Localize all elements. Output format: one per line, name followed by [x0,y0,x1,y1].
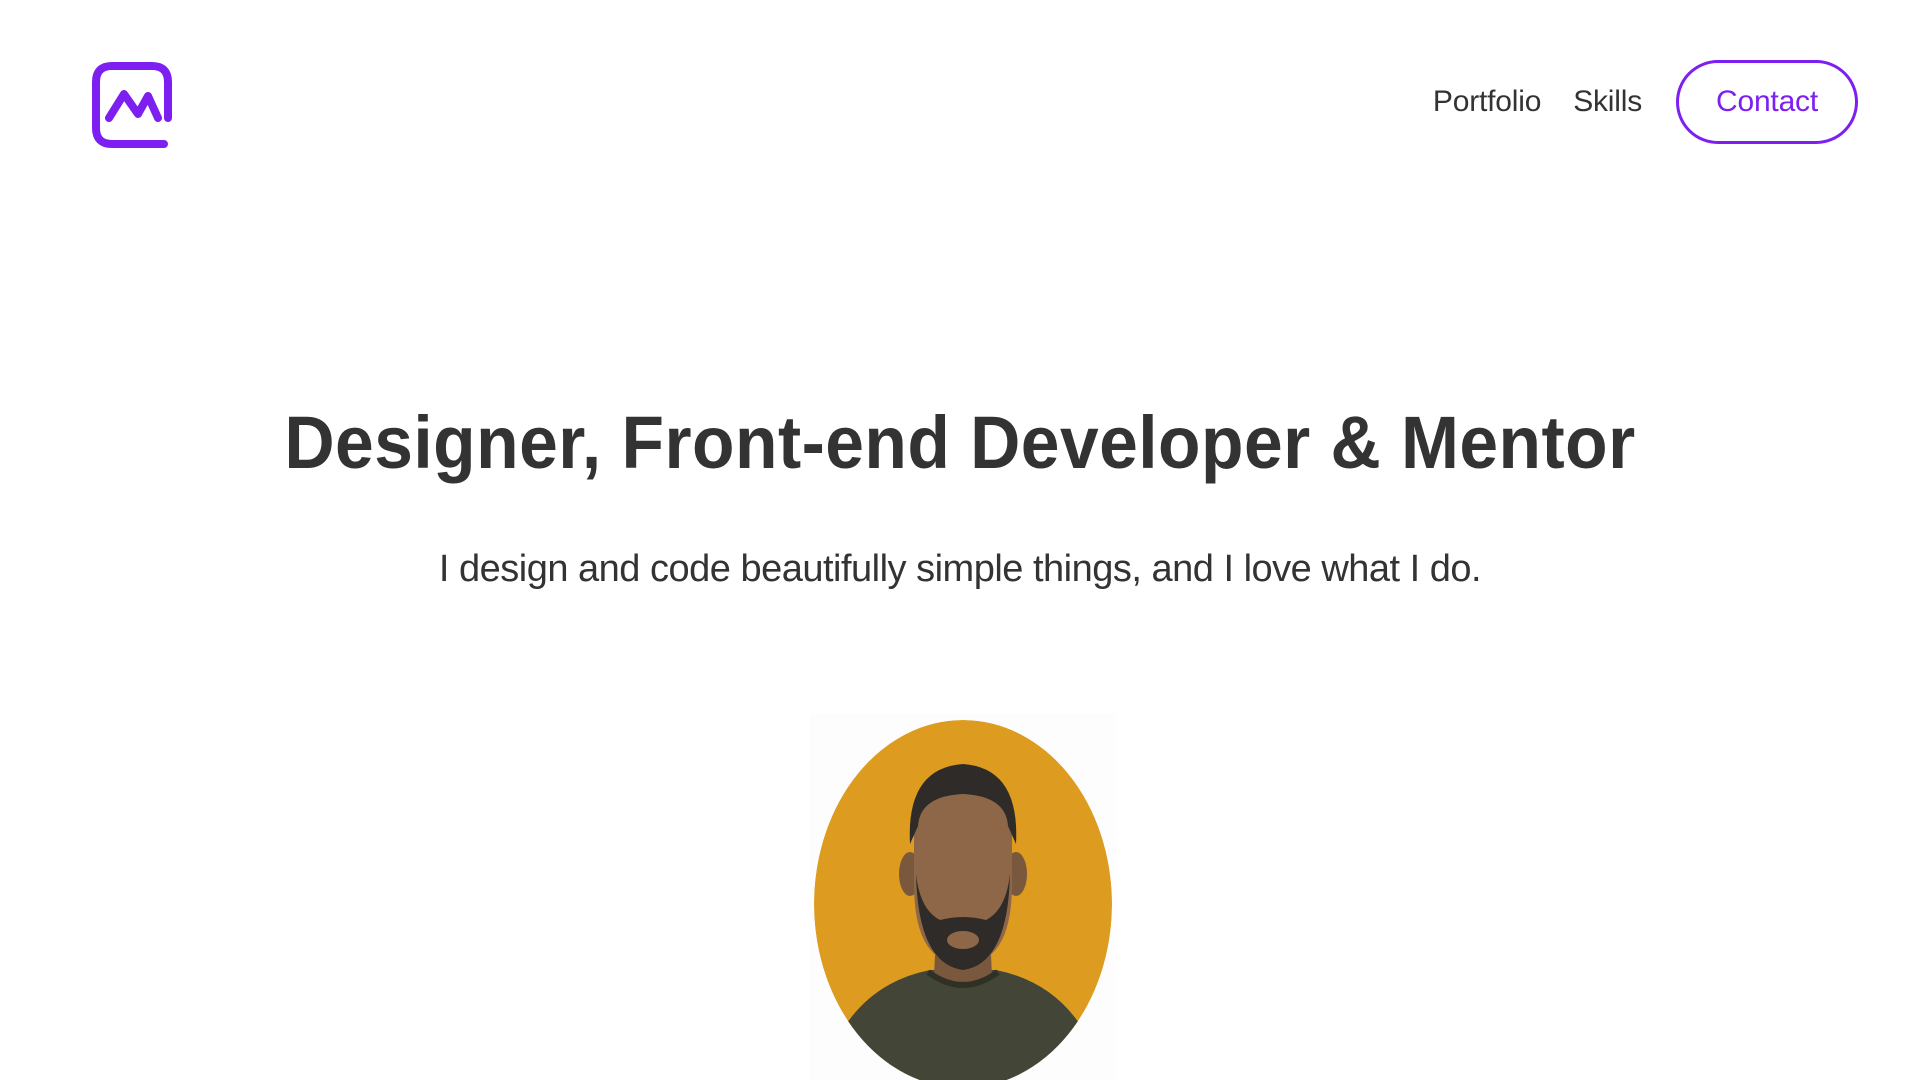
page: Portfolio Skills Contact Designer, Front… [0,0,1920,1080]
hero-subtitle: I design and code beautifully simple thi… [438,548,1482,590]
nav-link-portfolio[interactable]: Portfolio [1433,85,1541,119]
hero-title: Designer, Front-end Developer & Mentor [284,401,1636,484]
main-nav: Portfolio Skills Contact [1433,60,1858,144]
nav-link-skills[interactable]: Skills [1573,85,1642,119]
logo-icon[interactable] [92,62,172,152]
avatar [810,714,1116,1080]
contact-button[interactable]: Contact [1676,60,1858,144]
